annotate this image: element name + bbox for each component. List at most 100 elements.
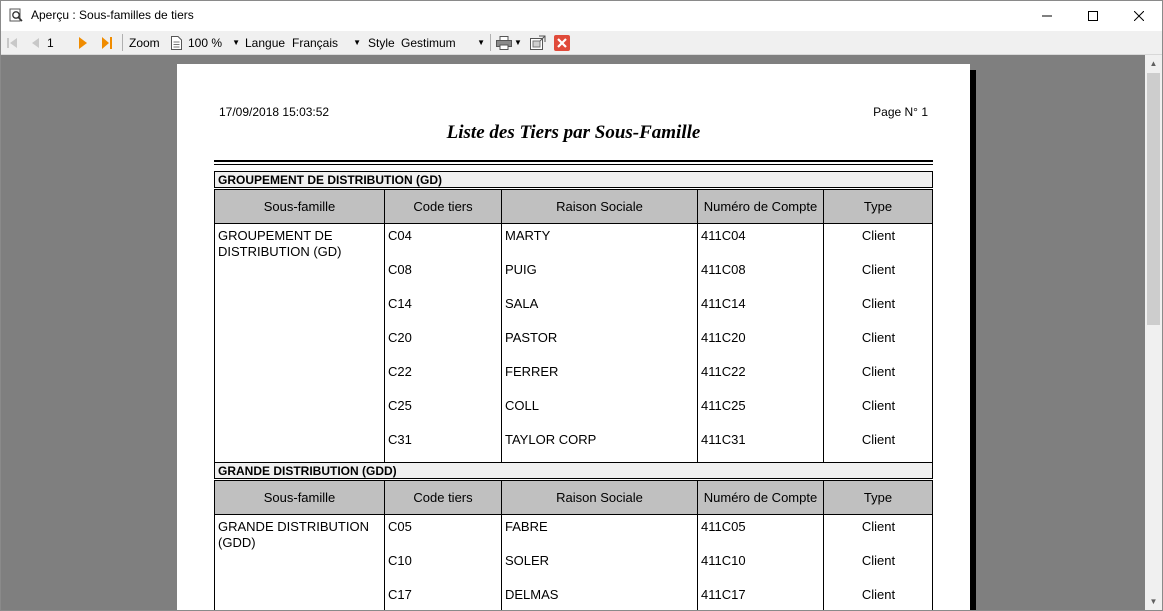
column-header-type: Type xyxy=(824,480,933,515)
export-button[interactable] xyxy=(530,31,547,54)
type-cell: Client xyxy=(861,432,896,447)
preview-window: Aperçu : Sous-familles de tiers 1 Zoom 1… xyxy=(0,0,1163,611)
numero-compte-cell: 411C31 xyxy=(701,432,746,447)
close-window-button[interactable] xyxy=(1116,1,1162,31)
style-value: Gestimum xyxy=(401,35,456,50)
page-number-value: 1 xyxy=(47,35,54,50)
scroll-up-icon[interactable]: ▲ xyxy=(1145,55,1162,72)
numero-compte-cell: 411C22 xyxy=(701,364,746,379)
previous-page-icon xyxy=(32,37,39,48)
numero-compte-cell: 411C10 xyxy=(701,553,746,568)
title-rule xyxy=(214,164,933,165)
zoom-value: 100 % xyxy=(188,35,223,50)
numero-compte-cell: 411C25 xyxy=(701,398,746,413)
code-tiers-cell: C31 xyxy=(388,432,412,447)
langue-dropdown[interactable]: Français ▼ xyxy=(292,31,361,54)
scroll-down-icon[interactable]: ▼ xyxy=(1145,593,1162,610)
raison-sociale-cell: COLL xyxy=(505,398,539,413)
type-cell: Client xyxy=(861,296,896,311)
column-header-code-tiers: Code tiers xyxy=(385,480,502,515)
scrollbar-thumb[interactable] xyxy=(1147,73,1160,325)
raison-sociale-cell: SALA xyxy=(505,296,539,311)
column-header-sous-famille: Sous-famille xyxy=(214,480,385,515)
print-button[interactable]: ▼ xyxy=(496,31,522,54)
maximize-button[interactable] xyxy=(1070,1,1116,31)
type-cell: Client xyxy=(861,553,896,568)
code-tiers-cell: C17 xyxy=(388,587,412,602)
raison-sociale-cell: SOLER xyxy=(505,553,550,568)
numero-compte-cell: 411C04 xyxy=(701,228,746,243)
chevron-down-icon: ▼ xyxy=(353,38,361,47)
column-header-numero-compte: Numéro de Compte xyxy=(698,480,824,515)
page-number-field[interactable]: 1 xyxy=(47,31,75,54)
numero-compte-cell: 411C17 xyxy=(701,587,746,602)
window-title: Aperçu : Sous-familles de tiers xyxy=(31,8,194,22)
toolbar-separator xyxy=(122,34,123,51)
chevron-down-icon: ▼ xyxy=(514,38,522,47)
toolbar: 1 Zoom 100 % ▼ Langue Français ▼ Style G… xyxy=(1,31,1162,55)
numero-compte-cell: 411C20 xyxy=(701,330,746,345)
export-icon xyxy=(530,35,546,50)
raison-sociale-cell: DELMAS xyxy=(505,587,559,602)
minimize-button[interactable] xyxy=(1024,1,1070,31)
raison-sociale-cell: PASTOR xyxy=(505,330,558,345)
close-icon xyxy=(554,34,570,51)
langue-value: Français xyxy=(292,35,339,50)
vertical-scrollbar[interactable]: ▲ ▼ xyxy=(1145,55,1162,610)
code-tiers-cell: C08 xyxy=(388,262,412,277)
column-header-numero-compte: Numéro de Compte xyxy=(698,189,824,224)
raison-sociale-cell: FABRE xyxy=(505,519,548,534)
first-page-icon xyxy=(7,37,17,48)
raison-sociale-cell: PUIG xyxy=(505,262,537,277)
preview-magnifier-icon xyxy=(9,8,24,23)
zoom-dropdown[interactable]: 100 % ▼ xyxy=(188,31,240,54)
numero-compte-cell: 411C05 xyxy=(701,519,746,534)
code-tiers-cell: C22 xyxy=(388,364,412,379)
type-cell: Client xyxy=(861,519,896,534)
column-header-type: Type xyxy=(824,189,933,224)
type-cell: Client xyxy=(861,330,896,345)
last-page-button[interactable] xyxy=(101,31,113,54)
toolbar-separator xyxy=(490,34,491,51)
zoom-label: Zoom xyxy=(129,35,160,50)
sous-famille-cell: GROUPEMENT DE DISTRIBUTION (GD) xyxy=(218,228,342,259)
report-title: Liste des Tiers par Sous-Famille xyxy=(446,122,701,143)
code-tiers-cell: C20 xyxy=(388,330,412,345)
style-dropdown[interactable]: Gestimum ▼ xyxy=(401,31,485,54)
report-page: 17/09/2018 15:03:52 Page N° 1 Liste des … xyxy=(177,64,970,610)
type-cell: Client xyxy=(861,364,896,379)
numero-compte-cell: 411C08 xyxy=(701,262,746,277)
code-tiers-cell: C14 xyxy=(388,296,412,311)
title-bar: Aperçu : Sous-familles de tiers xyxy=(1,1,1162,31)
type-cell: Client xyxy=(861,262,896,277)
close-preview-button[interactable] xyxy=(554,31,570,54)
column-header-raison-sociale: Raison Sociale xyxy=(502,189,698,224)
raison-sociale-cell: FERRER xyxy=(505,364,559,379)
numero-compte-cell: 411C14 xyxy=(701,296,746,311)
code-tiers-cell: C05 xyxy=(388,519,412,534)
next-page-icon xyxy=(79,36,87,49)
preview-viewport[interactable]: 17/09/2018 15:03:52 Page N° 1 Liste des … xyxy=(1,55,1145,610)
group-title: GROUPEMENT DE DISTRIBUTION (GD) xyxy=(214,171,933,188)
raison-sociale-cell: MARTY xyxy=(505,228,551,243)
sous-famille-cell: GRANDE DISTRIBUTION (GDD) xyxy=(218,519,369,550)
printer-icon xyxy=(496,35,512,50)
chevron-down-icon: ▼ xyxy=(477,38,485,47)
style-label: Style xyxy=(368,35,395,50)
first-page-button[interactable] xyxy=(7,31,18,54)
report-page-number: Page N° 1 xyxy=(873,105,928,119)
raison-sociale-cell: TAYLOR CORP xyxy=(505,432,597,447)
previous-page-button[interactable] xyxy=(31,31,40,54)
code-tiers-cell: C10 xyxy=(388,553,412,568)
column-header-raison-sociale: Raison Sociale xyxy=(502,480,698,515)
type-cell: Client xyxy=(861,228,896,243)
type-cell: Client xyxy=(861,398,896,413)
type-cell: Client xyxy=(861,587,896,602)
langue-label: Langue xyxy=(245,35,286,50)
group-title: GRANDE DISTRIBUTION (GDD) xyxy=(214,462,933,479)
last-page-icon xyxy=(102,36,112,49)
next-page-button[interactable] xyxy=(78,31,88,54)
chevron-down-icon: ▼ xyxy=(232,38,240,47)
code-tiers-cell: C25 xyxy=(388,398,412,413)
column-header-sous-famille: Sous-famille xyxy=(214,189,385,224)
